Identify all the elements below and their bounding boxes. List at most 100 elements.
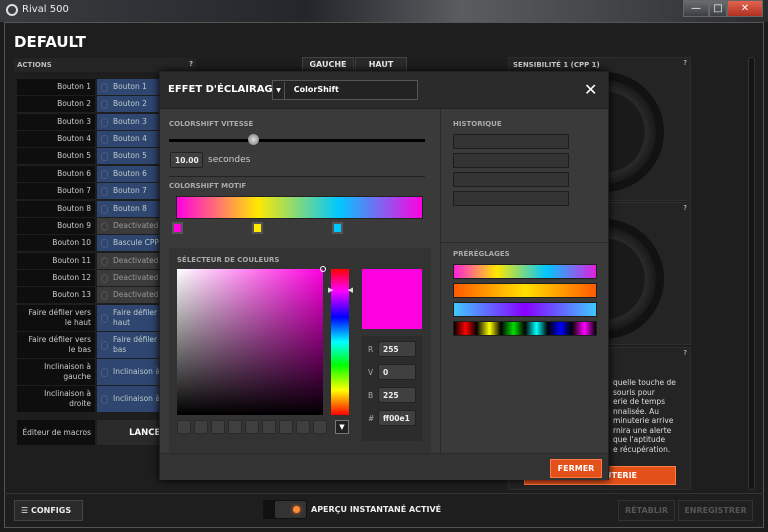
disabled-icon: [101, 273, 108, 283]
timer-text-line: quelle touche de: [613, 378, 676, 387]
assignment-value: Deactivated: [113, 221, 159, 230]
status-led-icon: [293, 506, 300, 513]
timer-description: quelle touche de souris pour erie de temps…: [613, 378, 676, 454]
maximize-button[interactable]: □: [709, 0, 727, 17]
list-icon: ☰: [21, 506, 29, 515]
help-icon[interactable]: ?: [189, 60, 193, 68]
action-label: Bouton 4: [17, 131, 95, 147]
color-stop-handle[interactable]: [331, 222, 343, 234]
chevron-down-icon: ▼: [273, 82, 285, 100]
saturation-value-area[interactable]: [177, 266, 326, 415]
assignment-value: Bouton 3: [113, 117, 147, 126]
assignment-value: Bouton 7: [113, 186, 147, 195]
action-label: Inclinaison à droite: [17, 386, 95, 412]
hex-input[interactable]: ff00e1: [378, 410, 416, 426]
assignment-value: Bouton 5: [113, 151, 147, 160]
mouse-icon: [101, 82, 108, 92]
save-button[interactable]: ENREGISTRER: [678, 500, 753, 521]
history-slot[interactable]: [453, 191, 569, 206]
swatch-slot[interactable]: [262, 420, 276, 434]
pattern-label: COLORSHIFT MOTIF: [169, 182, 247, 190]
configs-label: CONFIGS: [30, 506, 72, 515]
hue-marker-right-icon: ◀: [347, 286, 353, 294]
mouse-icon: [101, 238, 108, 248]
color-stop-handle[interactable]: [251, 222, 263, 234]
action-label: Bouton 3: [17, 114, 95, 130]
disabled-icon: [101, 256, 108, 266]
close-dialog-button[interactable]: FERMER: [550, 459, 602, 478]
mouse-icon: [101, 117, 108, 127]
mouse-icon: [101, 394, 108, 404]
disabled-icon: [101, 290, 108, 300]
preset-fire[interactable]: [453, 283, 597, 298]
effect-dropdown[interactable]: ▼ ColorShift: [272, 80, 418, 100]
history-slot[interactable]: [453, 153, 569, 168]
red-input[interactable]: 255: [378, 341, 416, 357]
configs-button[interactable]: ☰ CONFIGS: [14, 500, 83, 521]
blue-input[interactable]: 225: [378, 387, 416, 403]
swatch-slot[interactable]: [228, 420, 242, 434]
history-slot[interactable]: [453, 134, 569, 149]
window-close-button[interactable]: ✕: [727, 0, 763, 17]
g-label: V: [368, 368, 374, 377]
timer-text-line: erie de temps: [613, 397, 666, 406]
swatch-slot[interactable]: [313, 420, 327, 434]
disabled-icon: [101, 221, 108, 231]
preset-rainbow[interactable]: [453, 264, 597, 279]
mouse-icon: [101, 313, 108, 323]
b-label: B: [368, 391, 374, 400]
assignment-value: Bouton 4: [113, 134, 147, 143]
mouse-icon: [101, 367, 108, 377]
timer-text-line: que l'aptitude: [613, 435, 666, 444]
swatch-slot[interactable]: [211, 420, 225, 434]
recent-swatches: [177, 420, 327, 434]
hue-marker-left-icon: ▶: [328, 286, 334, 294]
help-icon[interactable]: ?: [683, 204, 687, 212]
hue-slider[interactable]: ▶ ◀: [328, 269, 353, 415]
history-label: HISTORIQUE: [453, 120, 502, 128]
swatch-slot[interactable]: [279, 420, 293, 434]
picker-cursor[interactable]: [320, 266, 326, 272]
swatch-slot[interactable]: [245, 420, 259, 434]
action-label: Bouton 10: [17, 235, 95, 251]
help-icon[interactable]: ?: [683, 59, 687, 67]
minimize-button[interactable]: —: [683, 0, 709, 17]
history-presets-column: HISTORIQUE PRÉRÉGLAGES: [441, 109, 609, 453]
pattern-gradient-bar[interactable]: [176, 196, 423, 219]
action-label: Bouton 5: [17, 148, 95, 164]
live-preview-label: APERÇU INSTANTANÉ ACTIVÉ: [311, 505, 442, 514]
green-input[interactable]: 0: [378, 364, 416, 380]
assignment-value: Bouton 6: [113, 169, 147, 178]
slider-handle[interactable]: [248, 134, 260, 145]
color-stop-handle[interactable]: [172, 222, 183, 234]
footer-divider: [4, 493, 764, 494]
speed-unit: secondes: [208, 155, 251, 165]
close-icon[interactable]: ✕: [584, 80, 597, 99]
macro-editor-label: Éditeur de macros: [17, 420, 95, 445]
profile-name: DEFAULT: [14, 33, 86, 51]
mouse-icon: [101, 151, 108, 161]
actions-title: ACTIONS: [17, 61, 52, 69]
scrollbar[interactable]: [748, 57, 755, 490]
speed-label: COLORSHIFT VITESSE: [169, 120, 254, 128]
lighting-effect-dialog: EFFET D'ÉCLAIRAGE ▼ ColorShift ✕ COLORSH…: [159, 71, 609, 480]
live-preview-toggle[interactable]: [263, 500, 307, 519]
swatch-slot[interactable]: [177, 420, 191, 434]
preset-spectrum-pulses[interactable]: [453, 321, 597, 336]
swatch-slot[interactable]: [194, 420, 208, 434]
history-slot[interactable]: [453, 172, 569, 187]
speed-slider[interactable]: [169, 134, 425, 145]
reset-button[interactable]: RÉTABLIR: [618, 500, 675, 521]
help-icon[interactable]: ?: [683, 349, 687, 357]
action-label: Faire défiler vers le haut: [17, 305, 95, 331]
speed-input[interactable]: 10.00: [170, 152, 203, 168]
swatch-dropdown-button[interactable]: ▼: [335, 420, 349, 434]
swatch-slot[interactable]: [296, 420, 310, 434]
effect-value: ColorShift: [293, 85, 339, 94]
mouse-icon: [101, 204, 108, 214]
mouse-icon: [101, 169, 108, 179]
action-label: Faire défiler vers le bas: [17, 332, 95, 358]
mouse-icon: [101, 99, 108, 109]
dialog-header: EFFET D'ÉCLAIRAGE ▼ ColorShift ✕: [160, 72, 608, 109]
preset-blue-purple[interactable]: [453, 302, 597, 317]
